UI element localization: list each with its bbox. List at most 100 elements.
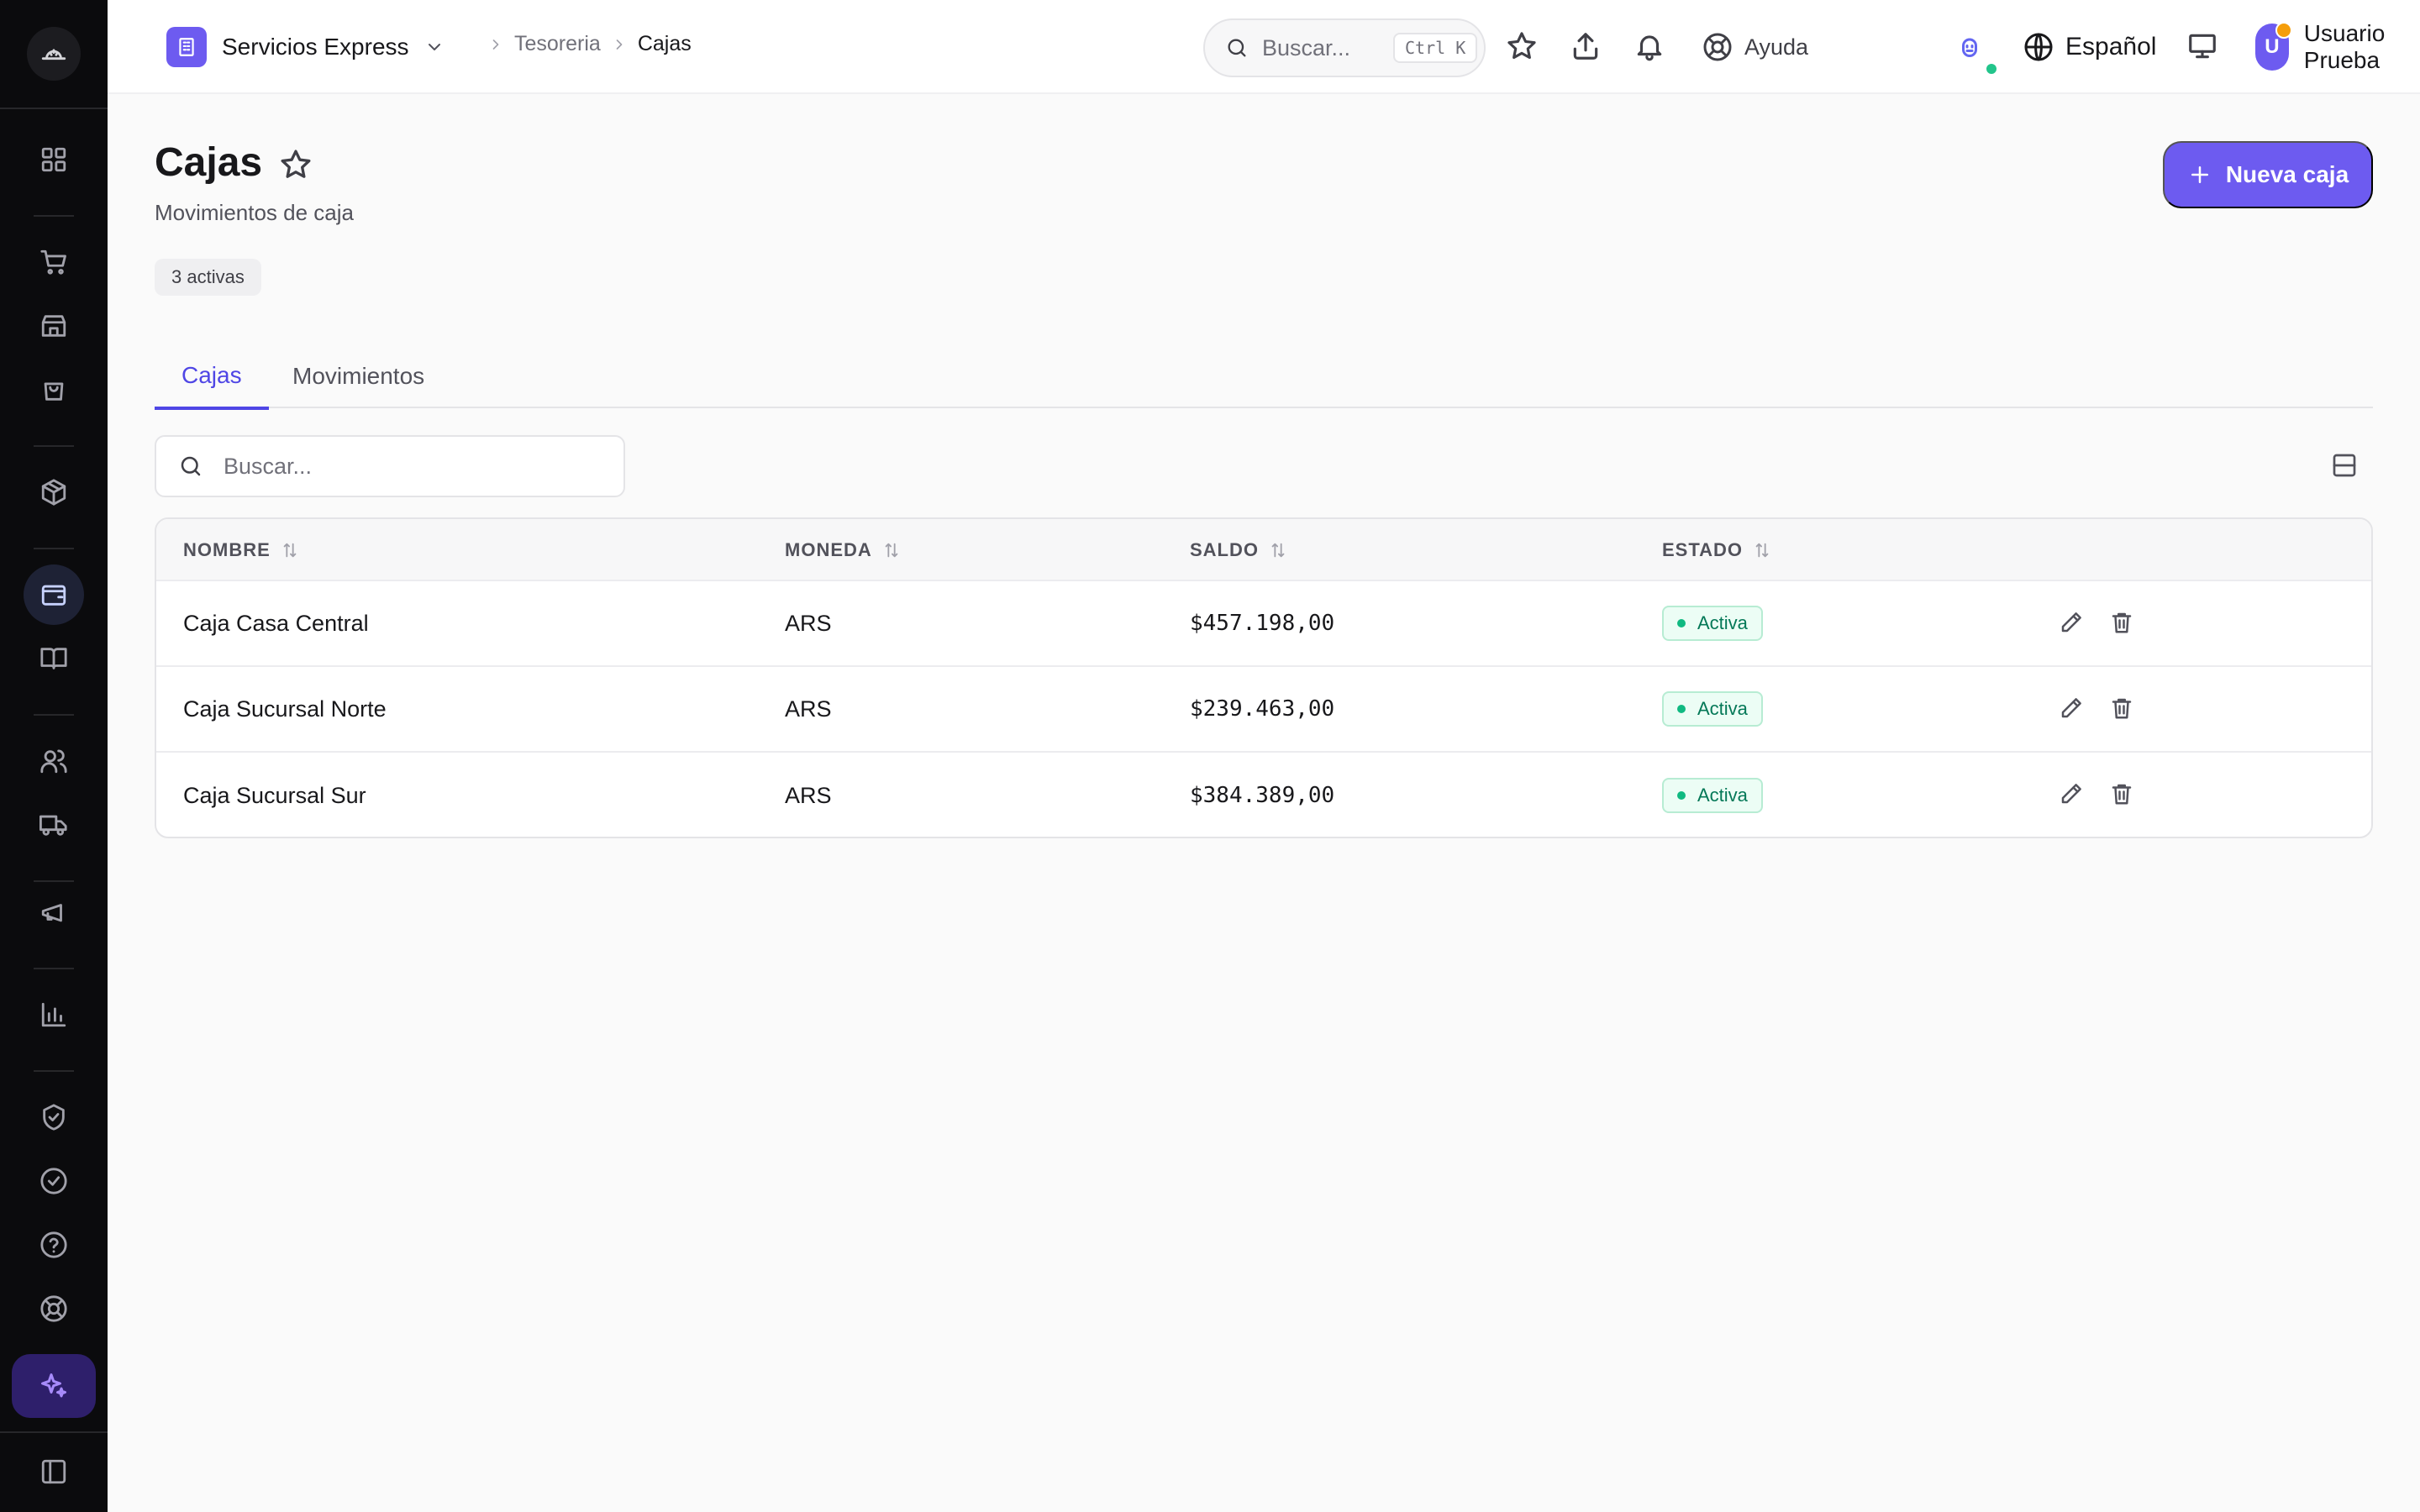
favorites-button[interactable] bbox=[1506, 30, 1538, 62]
status-dot bbox=[1677, 791, 1686, 800]
assistant-status-button[interactable] bbox=[1954, 32, 1998, 76]
sidebar-divider bbox=[34, 215, 74, 217]
breadcrumb-item-tesoreria[interactable]: Tesoreria bbox=[514, 32, 601, 56]
table-row[interactable]: Caja Casa Central ARS $457.198,00 Activa bbox=[156, 581, 2371, 667]
sidebar-item-tasks[interactable] bbox=[24, 1151, 84, 1211]
org-switcher[interactable]: Servicios Express bbox=[166, 25, 445, 69]
edit-button[interactable] bbox=[2059, 781, 2084, 806]
sparkles-icon bbox=[41, 1373, 66, 1398]
sidebar-item-reports[interactable] bbox=[24, 984, 84, 1045]
sidebar-item-store[interactable] bbox=[24, 296, 84, 356]
breadcrumb: Tesoreria Cajas bbox=[477, 32, 692, 56]
column-label: MONEDA bbox=[785, 539, 872, 560]
cell-moneda: ARS bbox=[785, 696, 832, 722]
sidebar-divider bbox=[34, 548, 74, 549]
table-header: NOMBRE MONEDA SALDO ESTADO bbox=[156, 519, 2371, 581]
cell-estado: Activa bbox=[1662, 581, 1763, 665]
table-search-input[interactable]: Buscar... bbox=[155, 435, 625, 497]
sidebar-item-products[interactable] bbox=[24, 462, 84, 522]
ai-assistant-button[interactable] bbox=[12, 1354, 96, 1418]
wallet-icon bbox=[41, 585, 66, 606]
table-row[interactable]: Caja Sucursal Norte ARS $239.463,00 Acti… bbox=[156, 667, 2371, 753]
help-button[interactable]: Ayuda bbox=[1702, 25, 1808, 69]
global-search-input[interactable]: Buscar... Ctrl K bbox=[1203, 18, 1486, 77]
topbar: Servicios Express Tesoreria Cajas Buscar… bbox=[108, 0, 2420, 94]
new-cash-box-label: Nueva caja bbox=[2225, 161, 2349, 187]
sort-icon bbox=[882, 541, 901, 559]
table-layout-button[interactable] bbox=[2331, 452, 2358, 479]
edit-button[interactable] bbox=[2059, 696, 2084, 721]
sidebar-item-security[interactable] bbox=[24, 1087, 84, 1147]
column-header-estado[interactable]: ESTADO bbox=[1662, 519, 1771, 581]
delete-button[interactable] bbox=[2109, 781, 2134, 806]
cell-moneda: ARS bbox=[785, 610, 832, 636]
sidebar-item-treasury[interactable] bbox=[24, 564, 84, 625]
status-badge: Activa bbox=[1662, 691, 1763, 727]
cell-saldo: $384.389,00 bbox=[1190, 783, 1335, 808]
upload-icon bbox=[1573, 33, 1598, 60]
sort-icon bbox=[1269, 541, 1287, 559]
app-logo[interactable] bbox=[27, 27, 81, 81]
pencil-icon bbox=[2061, 784, 2081, 804]
sidebar-item-support[interactable] bbox=[24, 1278, 84, 1339]
sidebar-collapse-button[interactable] bbox=[24, 1441, 84, 1502]
status-badge: Activa bbox=[1662, 778, 1763, 813]
chevron-right-icon bbox=[611, 36, 628, 53]
tab-movimientos[interactable]: Movimientos bbox=[292, 344, 424, 408]
avatar: U bbox=[2255, 22, 2292, 71]
sidebar-item-dashboard[interactable] bbox=[24, 129, 84, 190]
edit-button[interactable] bbox=[2059, 610, 2084, 635]
delete-button[interactable] bbox=[2109, 610, 2134, 635]
sidebar-item-help[interactable] bbox=[24, 1215, 84, 1275]
megaphone-icon bbox=[41, 904, 62, 922]
sort-icon bbox=[281, 541, 299, 559]
life-buoy-icon bbox=[1703, 33, 1732, 61]
table-search-placeholder: Buscar... bbox=[224, 453, 313, 479]
tab-cajas[interactable]: Cajas bbox=[155, 344, 269, 410]
truck-icon bbox=[39, 815, 67, 836]
bar-chart-icon bbox=[41, 1002, 66, 1027]
column-header-saldo[interactable]: SALDO bbox=[1190, 519, 1287, 581]
status-dot bbox=[1677, 619, 1686, 627]
bot-icon bbox=[1962, 38, 1977, 57]
export-button[interactable] bbox=[1570, 30, 1602, 62]
trash-icon bbox=[2112, 698, 2132, 719]
chevron-down-icon bbox=[424, 37, 445, 57]
notifications-button[interactable] bbox=[1634, 30, 1665, 62]
sidebar-item-marketing[interactable] bbox=[24, 882, 84, 942]
book-icon bbox=[40, 648, 67, 669]
sidebar-divider bbox=[0, 108, 108, 109]
display-mode-button[interactable] bbox=[2186, 30, 2218, 62]
column-label: SALDO bbox=[1190, 539, 1259, 560]
cell-moneda: ARS bbox=[785, 782, 832, 808]
language-selector[interactable]: Español bbox=[2023, 25, 2156, 69]
delete-button[interactable] bbox=[2109, 696, 2134, 721]
language-label: Español bbox=[2065, 33, 2157, 60]
org-logo bbox=[166, 27, 207, 67]
table-row[interactable]: Caja Sucursal Sur ARS $384.389,00 Activa bbox=[156, 753, 2371, 837]
chevron-right-icon bbox=[487, 36, 504, 53]
cash-boxes-table: NOMBRE MONEDA SALDO ESTADO Caja Casa Cen… bbox=[155, 517, 2373, 838]
new-cash-box-button[interactable]: Nueva caja bbox=[2163, 141, 2373, 208]
cell-nombre: Caja Sucursal Norte bbox=[183, 696, 387, 722]
cart-icon bbox=[40, 249, 66, 275]
users-icon bbox=[40, 749, 67, 774]
sidebar-item-purchases[interactable] bbox=[24, 360, 84, 420]
favorite-page-button[interactable] bbox=[279, 148, 313, 181]
column-header-moneda[interactable]: MONEDA bbox=[785, 519, 901, 581]
user-name: Usuario Prueba bbox=[2303, 20, 2386, 73]
sidebar-item-accounting[interactable] bbox=[24, 628, 84, 689]
sidebar-item-sales[interactable] bbox=[24, 232, 84, 292]
help-label: Ayuda bbox=[1744, 34, 1809, 60]
sidebar-divider bbox=[34, 1070, 74, 1072]
sidebar-item-customers[interactable] bbox=[24, 731, 84, 791]
sidebar-divider bbox=[34, 968, 74, 969]
column-header-nombre[interactable]: NOMBRE bbox=[183, 519, 299, 581]
plus-icon bbox=[2191, 166, 2208, 183]
user-menu[interactable]: U Usuario Prueba bbox=[2255, 20, 2420, 73]
pencil-icon bbox=[2061, 698, 2081, 718]
sidebar-item-suppliers[interactable] bbox=[24, 795, 84, 855]
pencil-icon bbox=[2061, 612, 2081, 633]
panel-left-icon bbox=[41, 1459, 66, 1484]
page-subtitle: Movimientos de caja bbox=[155, 200, 354, 225]
